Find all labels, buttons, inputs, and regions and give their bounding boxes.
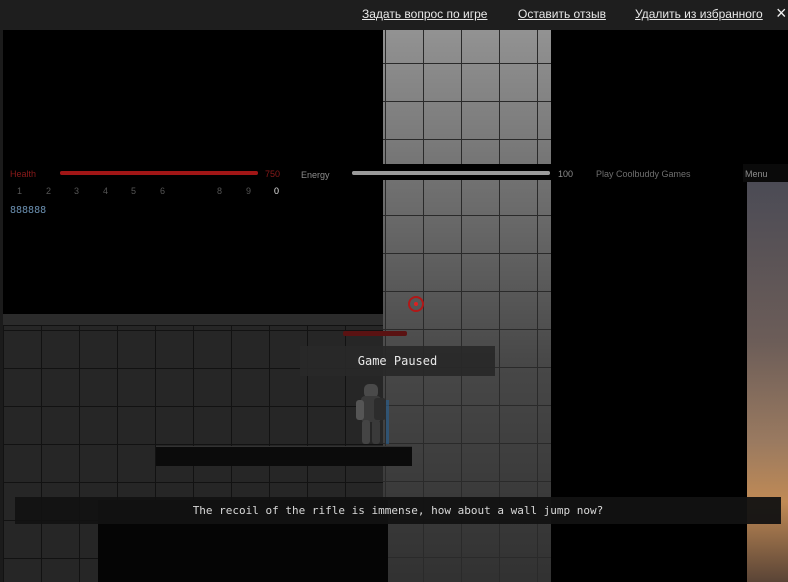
weapon-slot[interactable]: 2 bbox=[46, 186, 51, 196]
health-bar-fill bbox=[60, 171, 258, 175]
weapon-slot[interactable]: 9 bbox=[246, 186, 251, 196]
weapon-slot[interactable]: 4 bbox=[103, 186, 108, 196]
energy-label: Energy bbox=[301, 170, 330, 180]
ask-question-link[interactable]: Задать вопрос по игре bbox=[362, 7, 487, 21]
play-coolbuddy-link[interactable]: Play Coolbuddy Games bbox=[596, 169, 691, 179]
energy-value: 100 bbox=[558, 169, 574, 179]
ceiling-strip bbox=[3, 314, 383, 326]
weapon-slot[interactable]: 6 bbox=[160, 186, 165, 196]
weapon-slot-active[interactable]: 0 bbox=[274, 186, 279, 196]
health-value: 750 bbox=[265, 169, 281, 179]
ammo-icon: 888888 bbox=[10, 205, 47, 216]
crosshair-icon bbox=[408, 296, 424, 312]
weapon-slot[interactable]: 8 bbox=[217, 186, 222, 196]
hint-message-box: The recoil of the rifle is immense, how … bbox=[15, 497, 781, 524]
red-ledge bbox=[343, 331, 407, 336]
leave-review-link[interactable]: Оставить отзыв bbox=[518, 7, 606, 21]
weapon-slot[interactable]: 1 bbox=[17, 186, 22, 196]
close-icon[interactable]: × bbox=[776, 3, 788, 23]
menu-button[interactable]: Menu bbox=[745, 169, 768, 179]
paused-banner: Game Paused bbox=[300, 346, 495, 376]
hint-message: The recoil of the rifle is immense, how … bbox=[192, 504, 604, 517]
energy-bar-fill bbox=[352, 171, 550, 175]
floor-platform bbox=[156, 446, 412, 466]
energy-bar bbox=[352, 171, 550, 175]
player-character bbox=[356, 384, 389, 444]
paused-text: Game Paused bbox=[357, 354, 438, 368]
health-bar bbox=[60, 171, 258, 175]
game-viewport[interactable]: Health 750 Energy 100 Play Coolbuddy Gam… bbox=[3, 30, 788, 582]
weapon-slot[interactable]: 5 bbox=[131, 186, 136, 196]
top-bar: Задать вопрос по игре Оставить отзыв Уда… bbox=[0, 0, 788, 30]
health-label: Health bbox=[10, 169, 37, 179]
weapon-slot[interactable]: 3 bbox=[74, 186, 79, 196]
remove-favorite-link[interactable]: Удалить из избранного bbox=[635, 7, 763, 21]
